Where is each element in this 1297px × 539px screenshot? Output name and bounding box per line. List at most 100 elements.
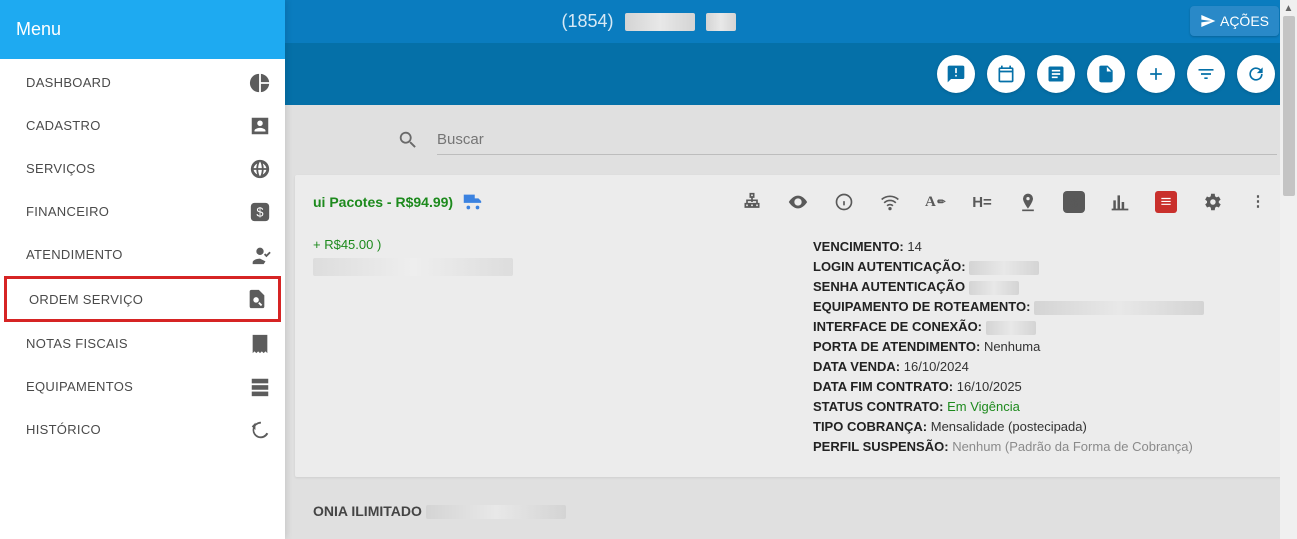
search-input[interactable] <box>437 125 1277 155</box>
sidebar-item-ordem-servico[interactable]: ORDEM SERVIÇO <box>4 276 281 322</box>
eye-icon[interactable] <box>787 191 809 213</box>
header-icon[interactable]: H= <box>971 191 993 213</box>
sidebar-item-label: FINANCEIRO <box>26 204 109 219</box>
redacted-text <box>986 321 1036 335</box>
network-icon[interactable] <box>741 191 763 213</box>
search-row <box>285 105 1297 175</box>
plan2-detail <box>426 503 566 519</box>
kv-label: DATA FIM CONTRATO: <box>813 379 953 394</box>
kv-label: DATA VENDA: <box>813 359 900 374</box>
refresh-button[interactable] <box>1237 55 1275 93</box>
sidebar: Menu DASHBOARD CADASTRO SERVIÇOS FINANCE… <box>0 0 285 539</box>
redacted-text <box>426 505 566 519</box>
second-plan-header: ONIA ILIMITADO <box>295 489 1287 519</box>
redacted-text <box>706 13 736 31</box>
person-icon <box>249 115 271 137</box>
kv-label: EQUIPAMENTO DE ROTEAMENTO: <box>813 299 1030 314</box>
kv-label: VENCIMENTO: <box>813 239 904 254</box>
receipt-icon <box>249 333 271 355</box>
sidebar-title: Menu <box>0 0 285 59</box>
sidebar-item-historico[interactable]: HISTÓRICO <box>0 408 285 451</box>
document-button[interactable] <box>1087 55 1125 93</box>
globe-icon <box>249 158 271 180</box>
sidebar-item-atendimento[interactable]: ATENDIMENTO <box>0 233 285 276</box>
kv-label: SENHA AUTENTICAÇÃO <box>813 279 965 294</box>
truck-icon <box>461 191 483 213</box>
search-icon <box>397 129 419 151</box>
info-icon[interactable] <box>833 191 855 213</box>
kv-label: LOGIN AUTENTICAÇÃO: <box>813 259 966 274</box>
redacted-text <box>313 258 513 276</box>
redacted-text <box>969 281 1019 295</box>
sidebar-item-label: DASHBOARD <box>26 75 111 90</box>
redacted-text <box>969 261 1039 275</box>
kv-value: 16/10/2025 <box>957 379 1022 394</box>
toolbar <box>285 43 1297 105</box>
order-search-icon <box>246 288 268 310</box>
svg-text:$: $ <box>256 204 263 219</box>
chat-button[interactable] <box>937 55 975 93</box>
filter-icon <box>1196 64 1216 84</box>
kv-value: Em Vigência <box>947 399 1020 414</box>
filter-button[interactable] <box>1187 55 1225 93</box>
kv-value: Mensalidade (postecipada) <box>931 419 1087 434</box>
plan2-name: ONIA ILIMITADO <box>313 503 422 519</box>
chat-icon <box>946 64 966 84</box>
more-icon[interactable]: ⋮ <box>1247 191 1269 213</box>
menu-list: DASHBOARD CADASTRO SERVIÇOS FINANCEIRO $… <box>0 59 285 451</box>
send-icon <box>1200 13 1216 29</box>
kv-label: TIPO COBRANÇA: <box>813 419 927 434</box>
gear-icon[interactable] <box>1201 191 1223 213</box>
server-icon <box>249 376 271 398</box>
pie-chart-icon <box>249 72 271 94</box>
title-prefix: (1854) <box>561 11 613 31</box>
chart-icon[interactable] <box>1109 191 1131 213</box>
money-icon[interactable]: $ <box>1063 191 1085 213</box>
agent-icon <box>249 244 271 266</box>
kv-value: Nenhum (Padrão da Forma de Cobrança) <box>952 439 1193 454</box>
plan-title: ui Pacotes - R$94.99) <box>313 191 483 213</box>
page-title: (1854) <box>561 11 735 32</box>
history-icon <box>249 419 271 441</box>
card-body: + R$45.00 ) VENCIMENTO: 14 LOGIN AUTENTI… <box>313 237 1269 457</box>
wifi-icon[interactable] <box>879 191 901 213</box>
sidebar-item-label: NOTAS FISCAIS <box>26 336 128 351</box>
redacted-text <box>625 13 695 31</box>
actions-button[interactable]: AÇÕES <box>1190 6 1279 36</box>
scrollbar[interactable]: ▲ <box>1280 0 1297 539</box>
note-button[interactable] <box>1037 55 1075 93</box>
plan-card: ui Pacotes - R$94.99) A✏ H= $ ⋮ + R$ <box>295 175 1287 477</box>
dollar-icon: $ <box>249 201 271 223</box>
kv-label: STATUS CONTRATO: <box>813 399 943 414</box>
plan-title-text: ui Pacotes - R$94.99) <box>313 194 453 210</box>
sidebar-item-equipamentos[interactable]: EQUIPAMENTOS <box>0 365 285 408</box>
sidebar-item-label: CADASTRO <box>26 118 101 133</box>
main-content: ui Pacotes - R$94.99) A✏ H= $ ⋮ + R$ <box>285 105 1297 539</box>
refresh-icon <box>1246 64 1266 84</box>
location-icon[interactable] <box>1017 191 1039 213</box>
calendar-icon <box>996 64 1016 84</box>
addon-price: + R$45.00 ) <box>313 237 773 252</box>
actions-label: AÇÕES <box>1220 13 1269 29</box>
kv-value: 16/10/2024 <box>904 359 969 374</box>
font-icon[interactable]: A✏ <box>925 191 947 213</box>
sidebar-item-label: EQUIPAMENTOS <box>26 379 133 394</box>
kv-value: 14 <box>907 239 921 254</box>
kv-value: Nenhuma <box>984 339 1040 354</box>
sidebar-item-notas-fiscais[interactable]: NOTAS FISCAIS <box>0 322 285 365</box>
scroll-up-arrow[interactable]: ▲ <box>1280 0 1297 16</box>
kv-label: INTERFACE DE CONEXÃO: <box>813 319 982 334</box>
list-red-icon[interactable] <box>1155 191 1177 213</box>
card-right-column: VENCIMENTO: 14 LOGIN AUTENTICAÇÃO: SENHA… <box>813 237 1269 457</box>
kv-label: PERFIL SUSPENSÃO: <box>813 439 949 454</box>
scroll-thumb[interactable] <box>1283 16 1295 196</box>
card-left-column: + R$45.00 ) <box>313 237 773 457</box>
add-button[interactable] <box>1137 55 1175 93</box>
sidebar-item-servicos[interactable]: SERVIÇOS <box>0 147 285 190</box>
sidebar-item-cadastro[interactable]: CADASTRO <box>0 104 285 147</box>
sidebar-item-financeiro[interactable]: FINANCEIRO $ <box>0 190 285 233</box>
plus-icon <box>1146 64 1166 84</box>
sidebar-item-dashboard[interactable]: DASHBOARD <box>0 61 285 104</box>
calendar-button[interactable] <box>987 55 1025 93</box>
redacted-text <box>1034 301 1204 315</box>
